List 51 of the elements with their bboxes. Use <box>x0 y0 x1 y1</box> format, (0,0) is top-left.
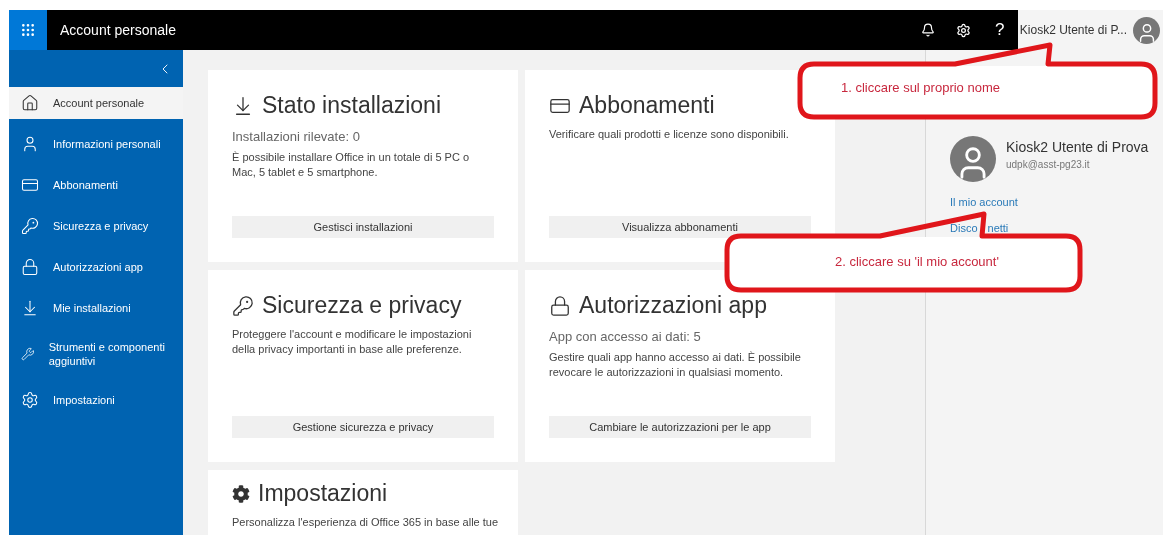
card-title: Stato installazioni <box>262 92 441 119</box>
card-action-button[interactable]: Gestione sicurezza e privacy <box>232 416 494 438</box>
wrench-icon <box>21 345 35 363</box>
avatar-icon <box>1133 16 1160 44</box>
lock-icon <box>21 258 39 276</box>
nav-item[interactable]: Informazioni personali <box>9 128 183 160</box>
sign-out-link[interactable]: Disco <box>950 222 978 234</box>
app-launcher-button[interactable] <box>9 10 47 50</box>
card-action-button[interactable]: Visualizza abbonamenti <box>549 216 811 238</box>
card-title: Sicurezza e privacy <box>262 292 462 319</box>
callout-text: 1. cliccare sul proprio nome <box>841 80 1000 95</box>
card-title: Abbonamenti <box>579 92 715 119</box>
callout-text: 2. cliccare su 'il mio account' <box>835 254 999 269</box>
my-account-link[interactable]: Il mio account <box>950 196 1018 208</box>
nav-item[interactable]: Strumenti e componenti aggiuntivi <box>9 333 183 375</box>
nav-item[interactable]: Mie installazioni <box>9 292 183 324</box>
user-name: Kiosk2 Utente di Prova <box>1006 139 1149 155</box>
user-menu-button[interactable]: Kiosk2 Utente di P... <box>1017 10 1163 50</box>
gear-icon <box>232 484 250 503</box>
card-action-button[interactable]: Gestisci installazioni <box>232 216 494 238</box>
key-icon <box>232 294 254 317</box>
nav-item[interactable]: Autorizzazioni app <box>9 251 183 283</box>
card-subtitle: App con accesso ai dati: 5 <box>549 329 702 344</box>
person-icon <box>21 135 39 153</box>
card-description: Verificare quali prodotti e licenze sono disponibili. <box>549 127 790 142</box>
home-icon <box>21 94 39 112</box>
card-title: Impostazioni <box>258 480 388 507</box>
help-button[interactable]: ? <box>981 10 1018 50</box>
download-icon <box>21 299 39 317</box>
bell-icon <box>920 23 935 37</box>
card-description: Gestire quali app hanno accesso ai dati. È possibile revocare le autorizzazioni in qualsiasi momento. <box>549 350 802 380</box>
card-icon <box>21 176 39 194</box>
card-action-button[interactable]: Cambiare le autorizzazioni per le app <box>549 416 811 438</box>
card-description: Proteggere l'account e modificare le impostazioni della privacy importanti in base alle preferenze. <box>232 327 473 357</box>
nav-item[interactable]: Sicurezza e privacy <box>9 210 183 242</box>
card-description: Personalizza l'esperienza di Office 365 in base alle tue <box>232 515 500 530</box>
settings-icon <box>956 22 972 38</box>
key-icon <box>21 217 39 235</box>
nav-item[interactable]: Abbonamenti <box>9 169 183 201</box>
avatar-icon <box>950 136 996 182</box>
card-description: È possibile installare Office in un totale di 5 PC o Mac, 5 tablet e 5 smartphone. <box>232 150 471 180</box>
card-subtitle: Installazioni rilevate: 0 <box>232 129 361 144</box>
sign-out-link[interactable]: netti <box>987 222 1009 234</box>
card-title: Autorizzazioni app <box>579 292 767 319</box>
app-title: Account personale <box>60 22 177 38</box>
lock-icon <box>549 294 571 317</box>
user-email: udpk@asst-pg23.it <box>1006 159 1091 170</box>
nav-item[interactable]: Impostazioni <box>9 384 183 416</box>
nav-item[interactable]: Account personale <box>9 87 183 119</box>
settings-icon <box>21 391 39 409</box>
grid-icon <box>20 22 36 38</box>
